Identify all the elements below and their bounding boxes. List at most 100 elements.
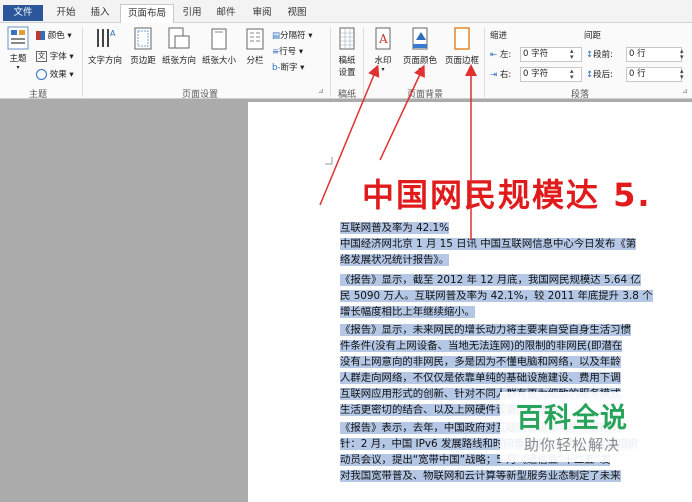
svg-text:A: A (378, 32, 388, 46)
indent-heading: 缩进 (490, 31, 508, 41)
line-numbers-label: 行号 (279, 47, 297, 57)
text-direction-label: 文字方向 (87, 56, 122, 66)
watermark-label: 水印 (374, 56, 392, 66)
page-border-label: 页面边框 (444, 56, 479, 66)
page-setup-launcher-icon[interactable]: ⊿ (318, 87, 324, 95)
group-divider (82, 27, 83, 97)
doc-line: 件条件(没有上网设备、当地无法连网)的限制的非网民(即潜在 (340, 340, 623, 352)
indent-right-label: ⇥ 右: (490, 68, 511, 80)
watermark-logo-text: 百科全说 (516, 403, 628, 434)
watermark-button[interactable]: A 水印 ▾ (368, 26, 398, 73)
group-label-page-background: 页面背景 (406, 90, 443, 100)
columns-icon (246, 28, 264, 50)
colors-button[interactable]: 颜色 ▾ (36, 29, 72, 41)
columns-button[interactable]: 分栏 (243, 26, 267, 66)
doc-line: 互联网普及率为 42.1% (340, 222, 450, 234)
colors-icon (36, 31, 45, 40)
fonts-label: 字体 (49, 52, 67, 62)
manuscript-label-1: 稿纸 (338, 56, 356, 66)
text-direction-icon: A (97, 29, 116, 47)
margins-button[interactable]: 页边距 (126, 26, 160, 66)
group-label-manuscript: 稿纸 (337, 90, 356, 100)
document-title: 中国网民规模达 5. (362, 176, 652, 214)
margin-corner-mark (325, 157, 333, 165)
margins-label: 页边距 (130, 56, 156, 66)
ribbon: 主题 ▾ 颜色 ▾ 文 字体 ▾ 效果 ▾ 主题 A 文字方向 页边距 纸张方向 (0, 23, 692, 100)
paragraph-launcher-icon[interactable]: ⊿ (682, 87, 688, 95)
group-label-paragraph: 段落 (570, 90, 589, 100)
colors-label: 颜色 (47, 31, 65, 41)
doc-line: 对我国宽带普及、物联网和云计算等新型服务业态制定了未来 (340, 470, 621, 482)
spacing-after-text: 段后: (593, 70, 613, 80)
line-numbers-button[interactable]: ≡行号 ▾ (272, 45, 303, 57)
manuscript-label-2: 设置 (338, 68, 356, 78)
orientation-icon (168, 27, 190, 49)
indent-right-text: 右: (499, 70, 512, 80)
hyphenation-label: 断字 (280, 63, 298, 73)
group-divider (484, 27, 485, 97)
indent-right-spinner-icon[interactable]: ▴ ▾ (570, 68, 574, 81)
svg-text:A: A (110, 29, 116, 38)
breaks-button[interactable]: ▤分隔符 ▾ (272, 29, 313, 41)
ribbon-tab-bar: 文件 开始 插入 页面布局 引用 邮件 审阅 视图 (0, 0, 692, 23)
effects-icon (36, 69, 47, 80)
breaks-label: 分隔符 (280, 31, 306, 41)
doc-line: 《报告》显示，未来网民的增长动力将主要来自受自身生活习惯 (340, 324, 631, 336)
indent-left-label: ⇤ 左: (490, 48, 511, 60)
spacing-after-spinner-icon[interactable]: ▴ ▾ (680, 68, 684, 81)
page-color-button[interactable]: 页面颜色 ▾ (400, 26, 440, 73)
manuscript-button[interactable]: 稿纸 设置 (334, 26, 360, 78)
watermark-icon: A (375, 27, 391, 50)
group-label-theme: 主题 (28, 90, 47, 100)
fonts-button[interactable]: 文 字体 ▾ (36, 50, 74, 62)
tab-insert[interactable]: 插入 (86, 4, 114, 21)
orientation-button[interactable]: 纸张方向 (160, 26, 198, 66)
size-button[interactable]: 纸张大小 (199, 26, 239, 66)
tab-file[interactable]: 文件 (3, 5, 43, 21)
page-color-label: 页面颜色 (402, 56, 437, 66)
doc-line: 络发展状况统计报告》。 (340, 254, 450, 266)
doc-line: 民 5090 万人。互联网普及率为 42.1%，较 2011 年底提升 3.8 … (340, 290, 653, 302)
margins-icon (134, 27, 152, 50)
indent-left-icon: ⇤ (490, 50, 498, 60)
page-border-icon (454, 27, 470, 50)
page-color-icon (412, 27, 428, 50)
tab-page-layout[interactable]: 页面布局 (120, 4, 174, 23)
tab-view[interactable]: 视图 (283, 4, 311, 21)
tab-review[interactable]: 审阅 (248, 4, 276, 21)
manuscript-icon (339, 27, 355, 50)
spacing-before-spinner-icon[interactable]: ▴ ▾ (680, 48, 684, 61)
fonts-icon: 文 (36, 51, 47, 62)
doc-line: 增长幅度相比上年继续缩小。 (340, 306, 476, 318)
tab-references[interactable]: 引用 (178, 4, 206, 21)
watermark-slogan: 助你轻松解决 (524, 436, 621, 454)
group-label-page-setup: 页面设置 (181, 90, 218, 100)
size-label: 纸张大小 (201, 56, 236, 66)
indent-left-text: 左: (499, 50, 512, 60)
hyphenation-button[interactable]: b-断字 ▾ (272, 61, 304, 73)
columns-label: 分栏 (246, 56, 264, 66)
spacing-before-field[interactable]: 0 行 (626, 47, 682, 62)
spacing-before-label: ↕段前: (586, 48, 613, 60)
spacing-after-label: ↕段后: (586, 68, 613, 80)
spacing-before-text: 段前: (593, 50, 613, 60)
doc-line: 《报告》显示，截至 2012 年 12 月底，我国网民规模达 5.64 亿 (340, 274, 641, 286)
group-divider (330, 27, 331, 97)
spacing-heading: 间距 (584, 31, 602, 41)
tab-mailings[interactable]: 邮件 (212, 4, 240, 21)
text-direction-button[interactable]: A 文字方向 (85, 26, 125, 66)
tab-home[interactable]: 开始 (52, 4, 80, 21)
size-icon (211, 28, 227, 50)
doc-line: 中国经济网北京 1 月 15 日讯 中国互联网信息中心今日发布《第 (340, 238, 637, 250)
theme-button[interactable]: 主题 ▾ (4, 26, 32, 71)
indent-right-icon: ⇥ (490, 70, 498, 80)
orientation-label: 纸张方向 (161, 56, 196, 66)
effects-label: 效果 (49, 70, 67, 80)
theme-label: 主题 (9, 54, 27, 64)
breaks-icon: ▤ (272, 31, 281, 41)
indent-left-spinner-icon[interactable]: ▴ ▾ (570, 48, 574, 61)
doc-line: 人群走向网络，不仅仅是依靠单纯的基础设施建设、费用下调 (340, 372, 621, 384)
spacing-after-field[interactable]: 0 行 (626, 67, 682, 82)
page-border-button[interactable]: 页面边框 (442, 26, 482, 66)
effects-button[interactable]: 效果 ▾ (36, 68, 74, 80)
